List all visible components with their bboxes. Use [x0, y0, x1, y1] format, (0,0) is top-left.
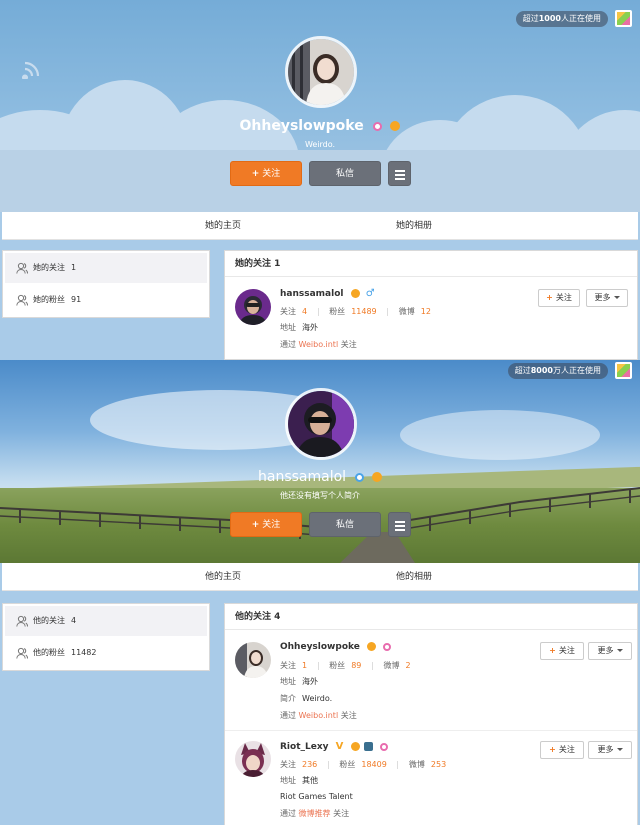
vip-crown-icon — [350, 742, 360, 751]
sidebar: 她的关注 1 她的粉丝 91 — [2, 250, 210, 318]
follow-user-button[interactable]: + 关注 — [540, 642, 584, 660]
user-count-badge: 超过8000万人正在使用 — [507, 363, 608, 379]
user-description: Riot Games Talent — [280, 792, 353, 801]
gender-male-icon — [354, 472, 364, 482]
follow-button[interactable]: + 关注 — [230, 161, 302, 186]
chevron-down-icon — [616, 649, 623, 652]
profile-tabs: 他的主页 他的相册 — [2, 563, 638, 591]
user-name-link[interactable]: hanssamalol — [280, 289, 343, 299]
vip-crown-icon — [371, 472, 382, 482]
user-stats: 关注 4 粉丝 11489 微博 12 — [280, 307, 431, 316]
following-list: 她的关注 1 hanssamalol ♂ 关注 4 粉丝 11489 微博 12… — [224, 250, 638, 360]
profile-username: Ohheyslowpoke — [0, 118, 640, 134]
gender-female-icon — [383, 642, 392, 651]
people-icon — [16, 294, 28, 306]
user-avatar[interactable] — [235, 741, 271, 777]
avatar[interactable] — [285, 36, 357, 108]
more-button[interactable]: 更多 — [588, 741, 632, 759]
sidebar-item-following[interactable]: 她的关注 1 — [5, 253, 207, 283]
list-item: Ohheyslowpoke 关注 1 粉丝 89 微博 2 地址 海外 简介 Weirdo… — [225, 630, 637, 730]
user-name-row: hanssamalol ♂ — [280, 288, 375, 299]
tab-home[interactable]: 他的主页 — [205, 563, 241, 591]
menu-icon[interactable] — [388, 512, 411, 537]
profile-tabs: 她的主页 她的相册 — [2, 212, 638, 240]
tab-home[interactable]: 她的主页 — [205, 212, 241, 240]
sidebar: 他的关注 4 他的粉丝 11482 — [2, 603, 210, 671]
achievement-icon — [363, 742, 373, 751]
message-button[interactable]: 私信 — [309, 161, 381, 186]
user-name-link[interactable]: Riot_Lexy — [280, 742, 329, 752]
user-name-link[interactable]: Ohheyslowpoke — [280, 642, 360, 652]
chevron-down-icon — [613, 296, 620, 299]
people-icon — [16, 262, 28, 274]
follow-source: 通过 微博推荐 关注 — [280, 809, 350, 818]
people-icon — [16, 647, 28, 659]
follow-source: 通过 Weibo.intl 关注 — [280, 711, 357, 720]
following-list: 他的关注 4 Ohheyslowpoke 关注 1 粉丝 89 微博 2 地址 … — [224, 603, 638, 825]
user-avatar[interactable] — [235, 289, 271, 325]
people-icon — [16, 615, 28, 627]
gender-male-icon: ♂ — [365, 288, 375, 299]
profile-username: hanssamalol — [0, 469, 640, 485]
follow-button[interactable]: + 关注 — [230, 512, 302, 537]
avatar[interactable] — [285, 388, 357, 460]
user-stats: 关注 1 粉丝 89 微博 2 — [280, 661, 411, 670]
user-name-row: Riot_Lexy V — [280, 741, 388, 752]
chevron-down-icon — [616, 748, 623, 751]
user-location: 地址 其他 — [280, 776, 318, 785]
vip-crown-icon — [367, 642, 376, 651]
tab-album[interactable]: 他的相册 — [396, 563, 432, 591]
vip-crown-icon — [390, 121, 401, 131]
list-item: hanssamalol ♂ 关注 4 粉丝 11489 微博 12 地址 海外 通过 W… — [225, 277, 637, 373]
qr-code-icon[interactable] — [615, 362, 632, 379]
more-button[interactable]: 更多 — [586, 289, 628, 307]
list-title: 他的关注 4 — [225, 604, 637, 630]
list-item: Riot_Lexy V 关注 236 粉丝 18409 微博 253 地址 其他 Rio… — [225, 730, 637, 825]
follow-user-button[interactable]: + 关注 — [540, 741, 584, 759]
source-link[interactable]: Weibo.intl — [299, 711, 339, 720]
profile-bio: 他还没有填写个人简介 — [280, 491, 360, 500]
more-button[interactable]: 更多 — [588, 642, 632, 660]
user-count-badge: 超过1000人正在使用 — [515, 11, 608, 27]
follow-source: 通过 Weibo.intl 关注 — [280, 340, 357, 349]
qr-code-icon[interactable] — [615, 10, 632, 27]
user-name-row: Ohheyslowpoke — [280, 642, 392, 652]
user-intro: 简介 Weirdo. — [280, 694, 333, 703]
sidebar-item-fans[interactable]: 她的粉丝 91 — [5, 285, 207, 315]
user-avatar[interactable] — [235, 642, 271, 678]
sidebar-item-fans[interactable]: 他的粉丝 11482 — [5, 638, 207, 668]
menu-icon[interactable] — [388, 161, 411, 186]
list-title: 她的关注 1 — [225, 251, 637, 277]
user-stats: 关注 236 粉丝 18409 微博 253 — [280, 760, 447, 769]
gender-female-icon — [372, 121, 382, 131]
follow-user-button[interactable]: + 关注 — [538, 289, 580, 307]
gender-female-icon — [379, 742, 388, 751]
user-location: 地址 海外 — [280, 323, 318, 332]
verified-v-icon: V — [335, 741, 344, 752]
tab-album[interactable]: 她的相册 — [396, 212, 432, 240]
page: 超过1000人正在使用 Ohheyslowpoke Weirdo. + 关注 私信… — [0, 0, 640, 825]
user-location: 地址 海外 — [280, 677, 318, 686]
profile-bio: Weirdo. — [304, 140, 336, 149]
message-button[interactable]: 私信 — [309, 512, 381, 537]
source-link[interactable]: 微博推荐 — [299, 809, 331, 818]
wifi-icon — [22, 61, 40, 79]
vip-crown-icon — [350, 289, 360, 298]
source-link[interactable]: Weibo.intl — [299, 340, 339, 349]
sidebar-item-following[interactable]: 他的关注 4 — [5, 606, 207, 636]
